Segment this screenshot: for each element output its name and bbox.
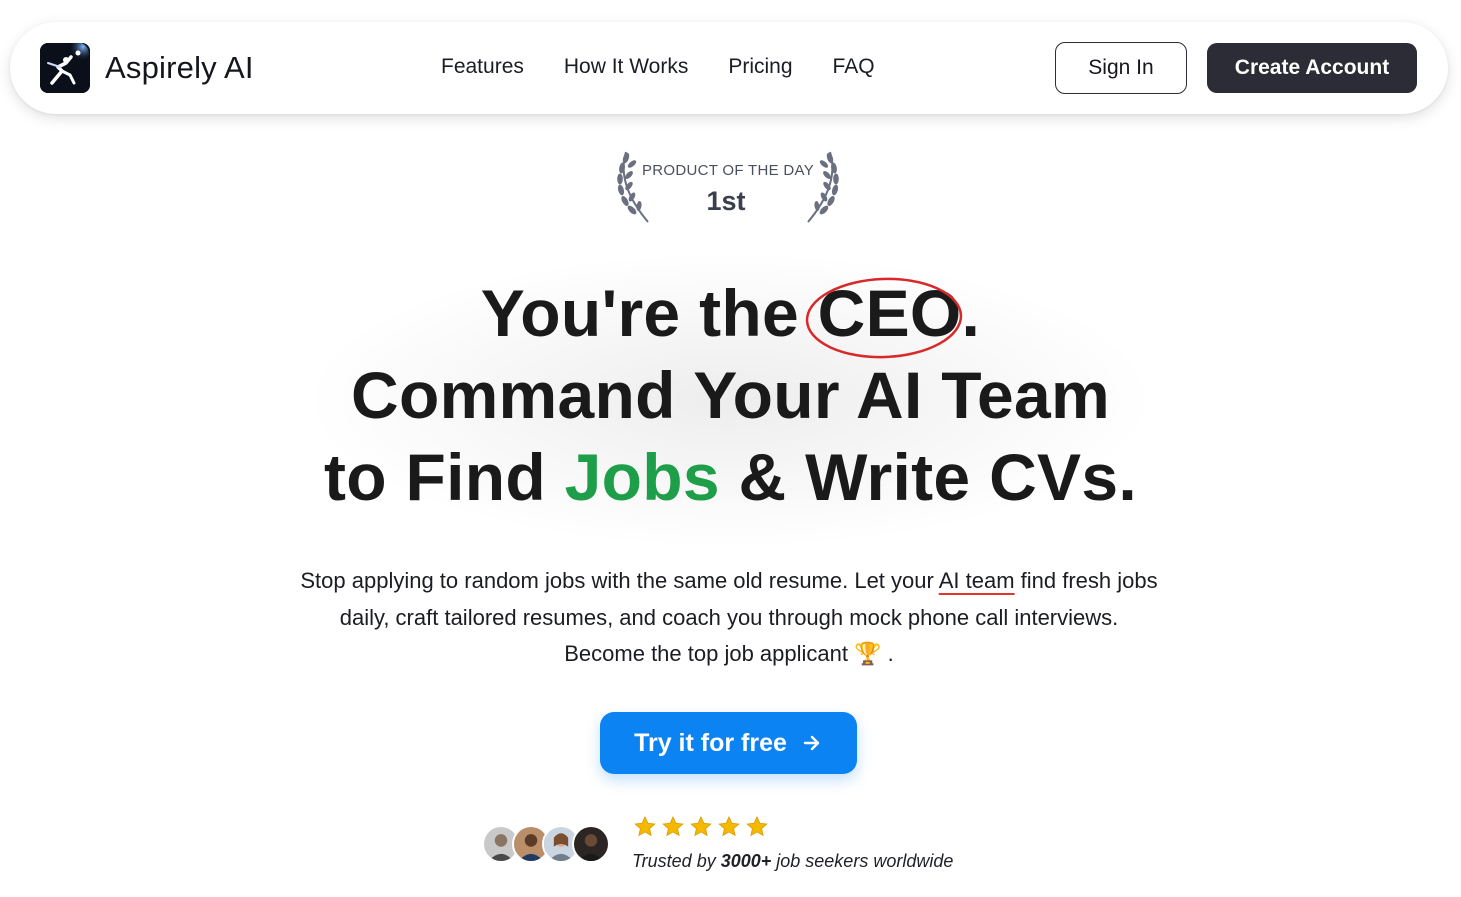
top-navbar: Aspirely AI Features How It Works Pricin… [10,22,1448,114]
sign-in-button[interactable]: Sign In [1055,42,1187,94]
brand[interactable]: Aspirely AI [40,43,254,93]
headline-line-2: Command Your AI Team [350,358,1110,432]
star-icon [718,816,740,837]
trusted-by-text: Trusted by 3000+ job seekers worldwide [632,851,953,872]
award-rank: 1st [706,186,746,216]
subtext-end: . [881,641,894,666]
cta-label: Try it for free [634,728,787,757]
user-avatars [482,825,612,863]
star-icon [662,816,684,837]
jobs-highlight: Jobs [564,440,720,514]
brand-name: Aspirely AI [105,50,254,85]
try-for-free-button[interactable]: Try it for free [600,712,857,774]
avatar [572,825,610,863]
headline-line-1-period: . [961,276,981,350]
hero-headline: You're the CEO. Command Your AI Team to … [0,272,1461,518]
nav-link-pricing[interactable]: Pricing [728,55,792,79]
nav-link-features[interactable]: Features [441,55,524,79]
create-account-button[interactable]: Create Account [1207,43,1417,93]
ai-team-link[interactable]: AI team [939,568,1015,593]
nav-link-how-it-works[interactable]: How It Works [564,55,688,79]
product-of-the-day-badge[interactable]: PRODUCT OF THE DAY 1st [612,148,844,226]
nav-links: Features How It Works Pricing FAQ [441,55,915,79]
logo-icon [40,43,90,93]
headline-line-1-text: You're the [480,276,818,350]
star-icon [746,816,768,837]
trusted-suffix: job seekers worldwide [771,851,954,871]
ceo-highlight: CEO [805,272,962,359]
headline-line-3-post: & Write CVs. [719,440,1137,514]
arrow-right-icon [803,735,820,751]
star-icon [634,816,656,837]
rating-stars [633,815,773,839]
nav-link-faq[interactable]: FAQ [833,55,875,79]
ceo-text: CEO [817,276,962,350]
subtext-part-1: Stop applying to random jobs with the sa… [300,568,939,593]
hero-subtext: Stop applying to random jobs with the sa… [300,563,1158,673]
headline-line-3: to Find Jobs & Write CVs. [0,436,1461,518]
trusted-count: 3000+ [720,851,772,871]
headline-line-1: You're the CEO. [0,272,1461,359]
trophy-icon: 🏆 [854,641,882,666]
headline-line-3-pre: to Find [323,440,565,514]
award-title: PRODUCT OF THE DAY [641,162,815,179]
trusted-prefix: Trusted by [632,851,721,871]
star-icon [690,816,712,837]
